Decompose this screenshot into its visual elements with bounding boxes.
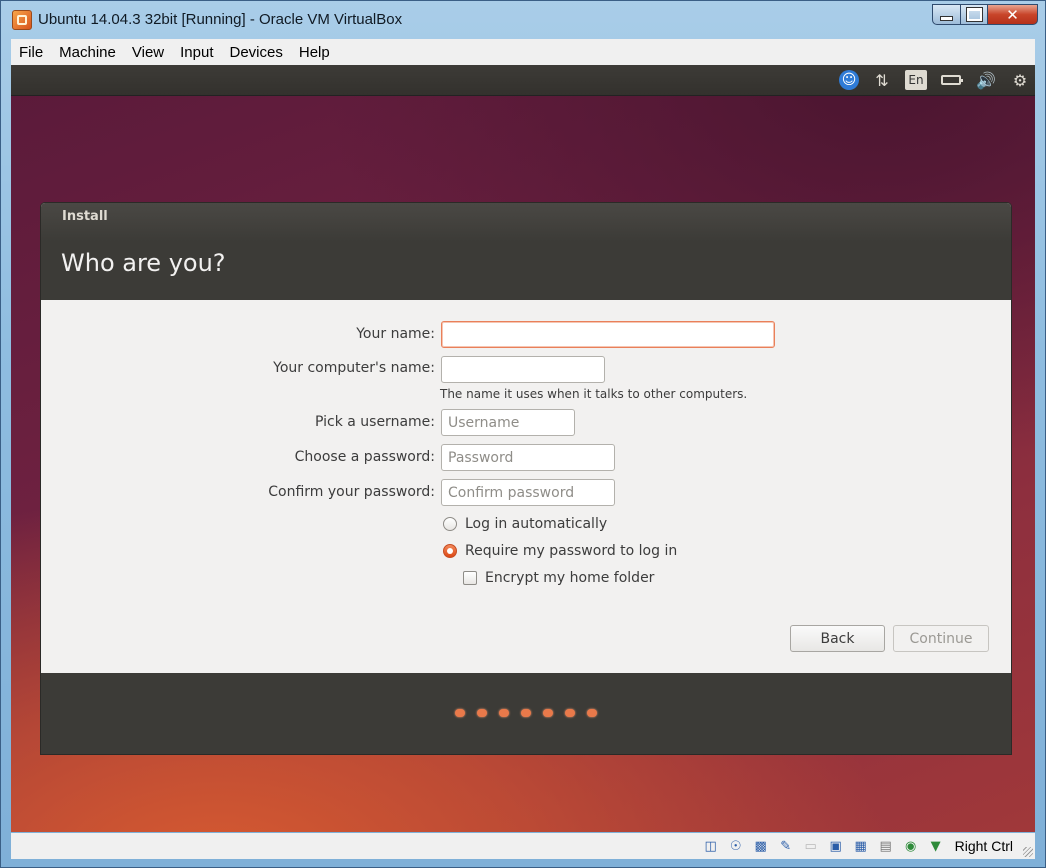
menu-view[interactable]: View (124, 44, 172, 61)
minimize-button[interactable] (932, 4, 961, 25)
status-bar: ◫ ☉ ▩ ✎ ▭ ▣ ▦ ▤ ◉ ▼ Right Ctrl (11, 833, 1035, 859)
progress-dot (477, 709, 487, 717)
mouse-integration-icon[interactable]: ▼ (926, 836, 946, 856)
password-input[interactable] (441, 444, 615, 471)
virtualbox-app-icon[interactable] (12, 10, 32, 30)
gear-icon[interactable]: ⚙ (1009, 69, 1031, 91)
folder-icon[interactable]: ▭ (801, 836, 821, 856)
confirm-password-label: Confirm your password: (268, 484, 435, 500)
usb-icon[interactable]: ▩ (751, 836, 771, 856)
ubuntu-top-panel: ☺ ⇅ En 🔊 ⚙ (11, 65, 1035, 96)
progress-dot (499, 709, 509, 717)
cpu-icon[interactable]: ▤ (876, 836, 896, 856)
auto-login-label: Log in automatically (465, 516, 608, 532)
title-bar[interactable]: Ubuntu 14.04.3 32bit [Running] - Oracle … (1, 1, 1045, 37)
computer-name-hint: The name it uses when it talks to other … (440, 387, 748, 401)
window-title: Ubuntu 14.04.3 32bit [Running] - Oracle … (38, 11, 403, 28)
host-key-label: Right Ctrl (954, 838, 1013, 854)
your-name-input[interactable] (441, 321, 775, 348)
menu-bar: File Machine View Input Devices Help (11, 39, 1035, 65)
encrypt-home-option[interactable]: Encrypt my home folder (463, 570, 654, 586)
guest-screen[interactable]: ☺ ⇅ En 🔊 ⚙ Install Who are you? Your nam… (11, 65, 1035, 832)
progress-dot (521, 709, 531, 717)
your-name-label: Your name: (356, 326, 435, 342)
install-dialog: Install Who are you? Your name: Your com… (40, 202, 1012, 755)
keyboard-layout-icon[interactable]: En (905, 70, 927, 90)
virtualbox-window: Ubuntu 14.04.3 32bit [Running] - Oracle … (0, 0, 1046, 868)
system-tray: ☺ ⇅ En 🔊 ⚙ (839, 69, 1031, 91)
auto-login-radio[interactable] (443, 517, 457, 531)
encrypt-home-checkbox[interactable] (463, 571, 477, 585)
maximize-button[interactable] (961, 4, 988, 25)
progress-footer (41, 673, 1011, 754)
close-icon: ✕ (1006, 5, 1019, 24)
status-icons: ◫ ☉ ▩ ✎ ▭ ▣ ▦ ▤ ◉ ▼ Right Ctrl (701, 836, 1013, 856)
require-password-radio[interactable] (443, 544, 457, 558)
dialog-title: Install (62, 209, 108, 224)
optical-drive-icon[interactable]: ☉ (726, 836, 746, 856)
volume-icon[interactable]: 🔊 (975, 69, 997, 91)
network-icon[interactable]: ⇅ (871, 69, 893, 91)
progress-dot (455, 709, 465, 717)
menu-input[interactable]: Input (172, 44, 221, 61)
menu-machine[interactable]: Machine (51, 44, 124, 61)
menu-file[interactable]: File (11, 44, 51, 61)
progress-dot (565, 709, 575, 717)
progress-dot (587, 709, 597, 717)
accessibility-icon[interactable]: ☺ (839, 70, 859, 90)
computer-name-input[interactable] (441, 356, 605, 383)
auto-login-option[interactable]: Log in automatically (443, 516, 607, 532)
capture-icon[interactable]: ◉ (901, 836, 921, 856)
username-label: Pick a username: (314, 414, 435, 430)
shared-folders-icon[interactable]: ✎ (776, 836, 796, 856)
username-input[interactable] (441, 409, 575, 436)
menu-devices[interactable]: Devices (222, 44, 291, 61)
continue-button[interactable]: Continue (893, 625, 989, 652)
window-controls: ✕ (932, 4, 1038, 25)
require-password-option[interactable]: Require my password to log in (443, 543, 677, 559)
battery-icon[interactable] (939, 69, 963, 91)
display-icon[interactable]: ▣ (826, 836, 846, 856)
close-button[interactable]: ✕ (988, 4, 1038, 25)
dialog-header: Install Who are you? (41, 203, 1011, 300)
computer-name-label: Your computer's name: (273, 360, 435, 376)
progress-dots (455, 709, 597, 717)
minimize-icon (940, 15, 953, 21)
password-label: Choose a password: (294, 449, 435, 465)
require-password-label: Require my password to log in (465, 543, 678, 559)
encrypt-home-label: Encrypt my home folder (485, 570, 655, 586)
progress-dot (543, 709, 553, 717)
confirm-password-input[interactable] (441, 479, 615, 506)
maximize-icon (965, 7, 983, 22)
network-adapters-icon[interactable]: ▦ (851, 836, 871, 856)
menu-help[interactable]: Help (291, 44, 338, 61)
user-form: Your name: Your computer's name: The nam… (41, 300, 1011, 673)
page-title: Who are you? (61, 249, 226, 277)
back-button[interactable]: Back (790, 625, 885, 652)
resize-grip[interactable] (1023, 847, 1033, 857)
hard-disk-icon[interactable]: ◫ (701, 836, 721, 856)
